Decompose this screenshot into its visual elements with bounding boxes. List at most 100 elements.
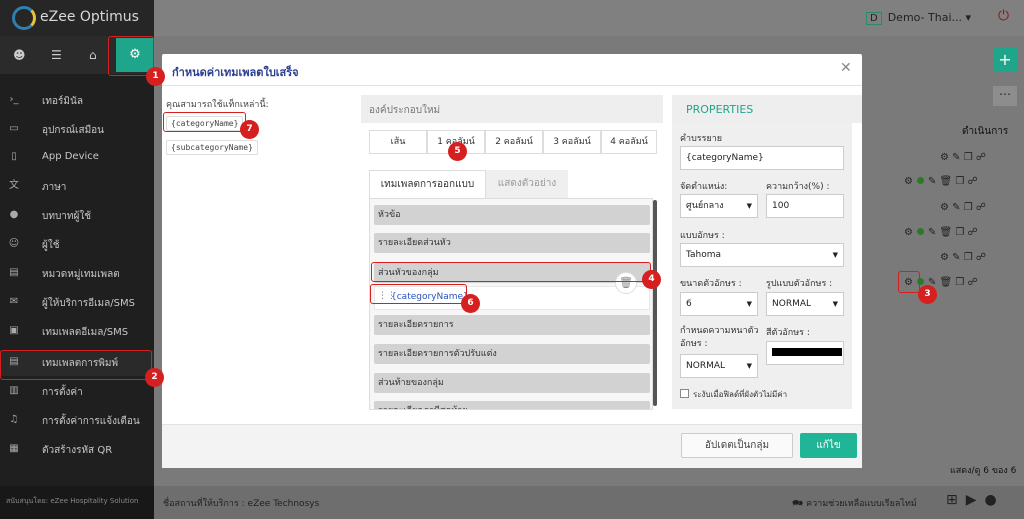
- font-color-label: สีตัวอักษร :: [766, 328, 810, 338]
- close-icon[interactable]: ✕: [840, 60, 852, 76]
- sidebar-item-2[interactable]: ▯ App Device: [0, 145, 154, 171]
- cart-icon[interactable]: ⌂: [89, 48, 97, 62]
- block-modifier-details[interactable]: รายละเอียดรายการตัวปรับแต่ง: [374, 344, 650, 364]
- sidebar-item-10[interactable]: ▥ การตั้งค่า: [0, 379, 154, 405]
- sidebar-item-12[interactable]: ▦ ตัวสร้างรหัส QR: [0, 437, 154, 463]
- menu-icon[interactable]: ☰: [51, 48, 62, 62]
- callout-badge-1: 1: [146, 67, 165, 86]
- column-option-line[interactable]: เส้น: [369, 130, 427, 154]
- sidebar-item-label: อุปกรณ์เสมือน: [42, 125, 105, 136]
- sidebar-item-label: การตั้งค่า: [42, 387, 83, 398]
- callout-marker-3: [898, 271, 920, 293]
- hide-empty-label: ระงับเมื่อฟิลด์ที่ผังตัวไม่มีค่า: [693, 390, 788, 399]
- sidebar-item-label: ผู้ให้บริการอีเมล/SMS: [42, 298, 135, 309]
- sidebar-item-label: ภาษา: [42, 182, 67, 193]
- new-element-title: องค์ประกอบใหม่: [369, 105, 441, 116]
- row-actions[interactable]: ⚙ ✎ 🗑 ❐ ☍: [904, 227, 978, 238]
- tablet-icon: ▭: [9, 123, 19, 134]
- chevron-down-icon: ▼: [832, 251, 838, 259]
- column-option-2[interactable]: 2 คอลัมน์: [485, 130, 543, 154]
- user-icon[interactable]: ☻: [13, 48, 26, 62]
- property-badge: D: [866, 12, 882, 25]
- sidebar: eZee Optimus ☻ ☰ ⌂ ⚙ สนับสนุนโดย: eZee H…: [0, 0, 154, 519]
- font-size-select[interactable]: 6 ▼: [680, 292, 758, 316]
- font-select[interactable]: Tahoma ▼: [680, 243, 844, 267]
- tab-preview[interactable]: แสดงตัวอย่าง: [486, 170, 568, 198]
- logo-icon: [12, 6, 36, 30]
- callout-marker-4: [371, 262, 651, 282]
- column-option-3[interactable]: 3 คอลัมน์: [543, 130, 601, 154]
- font-color-swatch[interactable]: [772, 348, 842, 356]
- sidebar-item-0[interactable]: ›_ เทอร์มินัล: [0, 88, 154, 114]
- sidebar-item-1[interactable]: ▭ อุปกรณ์เสมือน: [0, 117, 154, 143]
- sidebar-item-4[interactable]: ● บทบาทผู้ใช้: [0, 203, 154, 229]
- block-group-footer[interactable]: ส่วนท้ายของกลุ่ม: [374, 373, 650, 393]
- sidebar-item-7[interactable]: ✉ ผู้ให้บริการอีเมล/SMS: [0, 290, 154, 316]
- logo-text: eZee Optimus: [40, 9, 139, 25]
- edit-button[interactable]: แก้ไข: [800, 433, 857, 458]
- block-header-details[interactable]: รายละเอียดส่วนหัว: [374, 233, 650, 253]
- modal-title: กำหนดค่าเทมเพลตใบเสร็จ: [172, 66, 299, 79]
- width-label: ความกว้าง(%) :: [766, 182, 830, 192]
- font-weight-label: กำหนดความหนาตัวอักษร :: [680, 326, 759, 349]
- apple-icon[interactable]: ●: [985, 492, 1005, 508]
- font-label: แบบอักษร :: [680, 231, 725, 241]
- sidebar-item-label: การตั้งค่าการแจ้งเตือน: [42, 416, 140, 427]
- pagination-info: แสดง/ดู 6 ของ 6: [950, 466, 1017, 476]
- power-icon[interactable]: ⏻: [998, 8, 1009, 24]
- font-size-value: 6: [686, 299, 692, 309]
- row-actions[interactable]: ⚙ ✎ 🗑 ❐ ☍: [904, 176, 978, 187]
- update-as-group-button[interactable]: อัปเดตเป็นกลุ่ม: [681, 433, 793, 458]
- play-store-icon[interactable]: ▶: [966, 492, 985, 508]
- width-input[interactable]: 100: [766, 194, 844, 218]
- block-heading[interactable]: หัวข้อ: [374, 205, 650, 225]
- block-final-tax-details[interactable]: รายละเอียดภาษีสุดท้าย: [374, 401, 650, 409]
- property-selector[interactable]: D Demo- Thai... ▾: [866, 11, 971, 25]
- block-item-details[interactable]: รายละเอียดรายการ: [374, 315, 650, 335]
- chevron-down-icon: ▼: [746, 300, 752, 308]
- properties-title: PROPERTIES: [686, 103, 754, 116]
- windows-icon[interactable]: ⊞: [946, 492, 966, 508]
- modal-header: กำหนดค่าเทมเพลตใบเสร็จ ✕: [162, 54, 862, 86]
- callout-marker-7: [163, 112, 246, 132]
- row-actions[interactable]: ⚙ ✎ ❐ ☍: [940, 152, 986, 163]
- user-icon: ☺: [8, 238, 20, 249]
- sidebar-item-11[interactable]: ♫ การตั้งค่าการแจ้งเตือน: [0, 408, 154, 434]
- font-style-select[interactable]: NORMAL ▼: [766, 292, 844, 316]
- sidebar-item-6[interactable]: ▤ หมวดหมู่เทมเพลต: [0, 261, 154, 287]
- store-icons[interactable]: ⊞▶●: [946, 492, 1005, 508]
- font-weight-value: NORMAL: [686, 361, 726, 371]
- row-actions[interactable]: ⚙ ✎ ❐ ☍: [940, 252, 986, 263]
- hide-empty-checkbox[interactable]: [680, 389, 689, 398]
- tag-subcategory-name[interactable]: {subcategoryName}: [166, 140, 258, 155]
- row-actions[interactable]: ⚙ ✎ ❐ ☍: [940, 202, 986, 213]
- scrollbar[interactable]: [653, 200, 657, 406]
- font-style-label: รูปแบบตัวอักษร :: [766, 279, 833, 289]
- align-select[interactable]: ศูนย์กลาง ▼: [680, 194, 758, 218]
- action-column-header: ดำเนินการ: [962, 126, 1009, 137]
- sidebar-item-label: เทอร์มินัล: [42, 96, 83, 107]
- column-option-4[interactable]: 4 คอลัมน์: [601, 130, 657, 154]
- sidebar-item-label: ตัวสร้างรหัส QR: [42, 445, 113, 456]
- sidebar-item-label: หมวดหมู่เทมเพลต: [42, 269, 120, 280]
- provider-name: ชื่อสถานที่ให้บริการ : eZee Technosys: [163, 499, 320, 509]
- sidebar-item-label: App Device: [42, 151, 99, 162]
- callout-badge-7: 7: [240, 120, 259, 139]
- align-label: จัดตำแหน่ง:: [680, 182, 728, 192]
- receipt-template-modal: กำหนดค่าเทมเพลตใบเสร็จ ✕ คุณสามารถใช้แท็…: [162, 54, 862, 468]
- chevron-down-icon: ▼: [746, 362, 752, 370]
- font-style-value: NORMAL: [772, 299, 812, 309]
- sidebar-item-8[interactable]: ▣ เทมเพลตอีเมล/SMS: [0, 319, 154, 345]
- chevron-down-icon: ▼: [746, 202, 752, 210]
- font-weight-select[interactable]: NORMAL ▼: [680, 354, 758, 378]
- sidebar-item-5[interactable]: ☺ ผู้ใช้: [0, 232, 154, 258]
- mail-icon: ✉: [9, 296, 19, 307]
- sidebar-item-3[interactable]: 文 ภาษา: [0, 174, 154, 200]
- callout-badge-4: 4: [642, 270, 661, 289]
- tab-design-template[interactable]: เทมเพลตการออกแบบ: [369, 170, 486, 198]
- callout-badge-2: 2: [145, 368, 164, 387]
- more-button[interactable]: ⋯: [993, 86, 1017, 106]
- helpline-link[interactable]: 🗪 ความช่วยเหลือแบบเรียลไทม์: [792, 496, 917, 512]
- description-input[interactable]: {categoryName}: [680, 146, 844, 170]
- add-button[interactable]: +: [993, 48, 1017, 72]
